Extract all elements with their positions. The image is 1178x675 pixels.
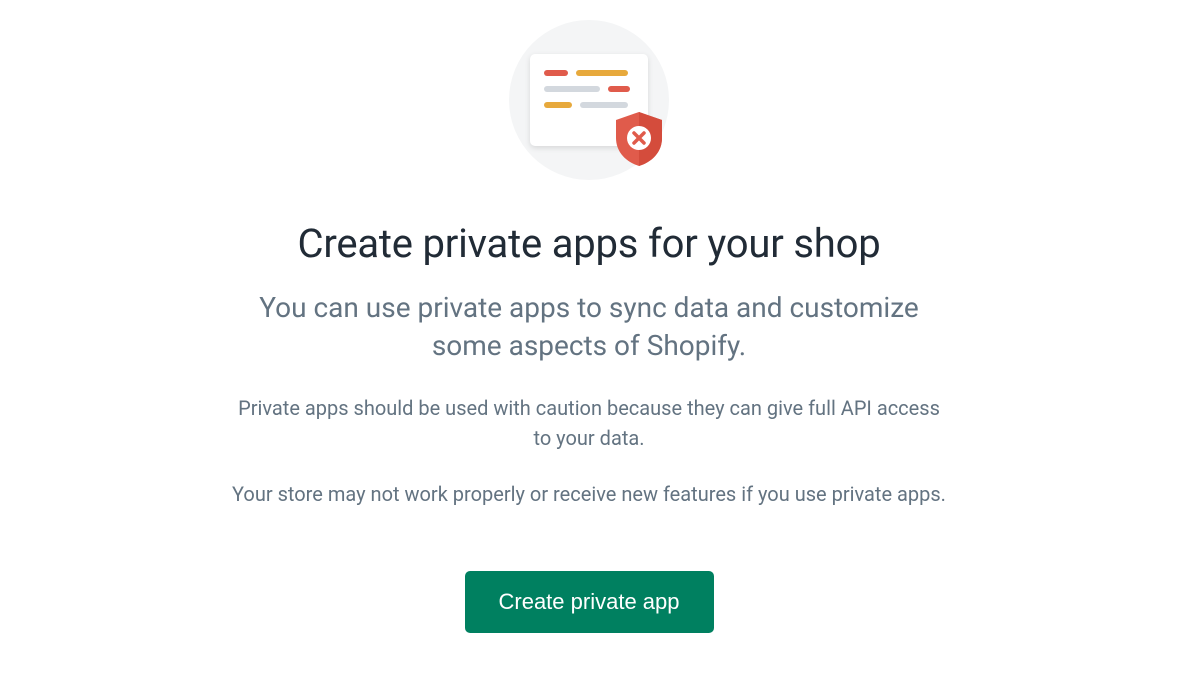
caution-text: Private apps should be used with caution… [229, 393, 949, 453]
warning-text: Your store may not work properly or rece… [232, 479, 946, 509]
doc-line-segment [580, 102, 628, 108]
doc-line-segment [544, 86, 600, 92]
doc-line-segment [544, 70, 568, 76]
doc-line-segment [544, 102, 572, 108]
document-illustration [530, 54, 648, 146]
illustration-circle [509, 20, 669, 180]
create-private-app-button[interactable]: Create private app [465, 571, 714, 633]
doc-line-segment [576, 70, 628, 76]
doc-line-segment [608, 86, 630, 92]
page-container: Create private apps for your shop You ca… [229, 20, 949, 675]
shield-x-icon [612, 110, 666, 168]
page-title: Create private apps for your shop [298, 220, 881, 267]
page-subtitle: You can use private apps to sync data an… [249, 289, 929, 365]
